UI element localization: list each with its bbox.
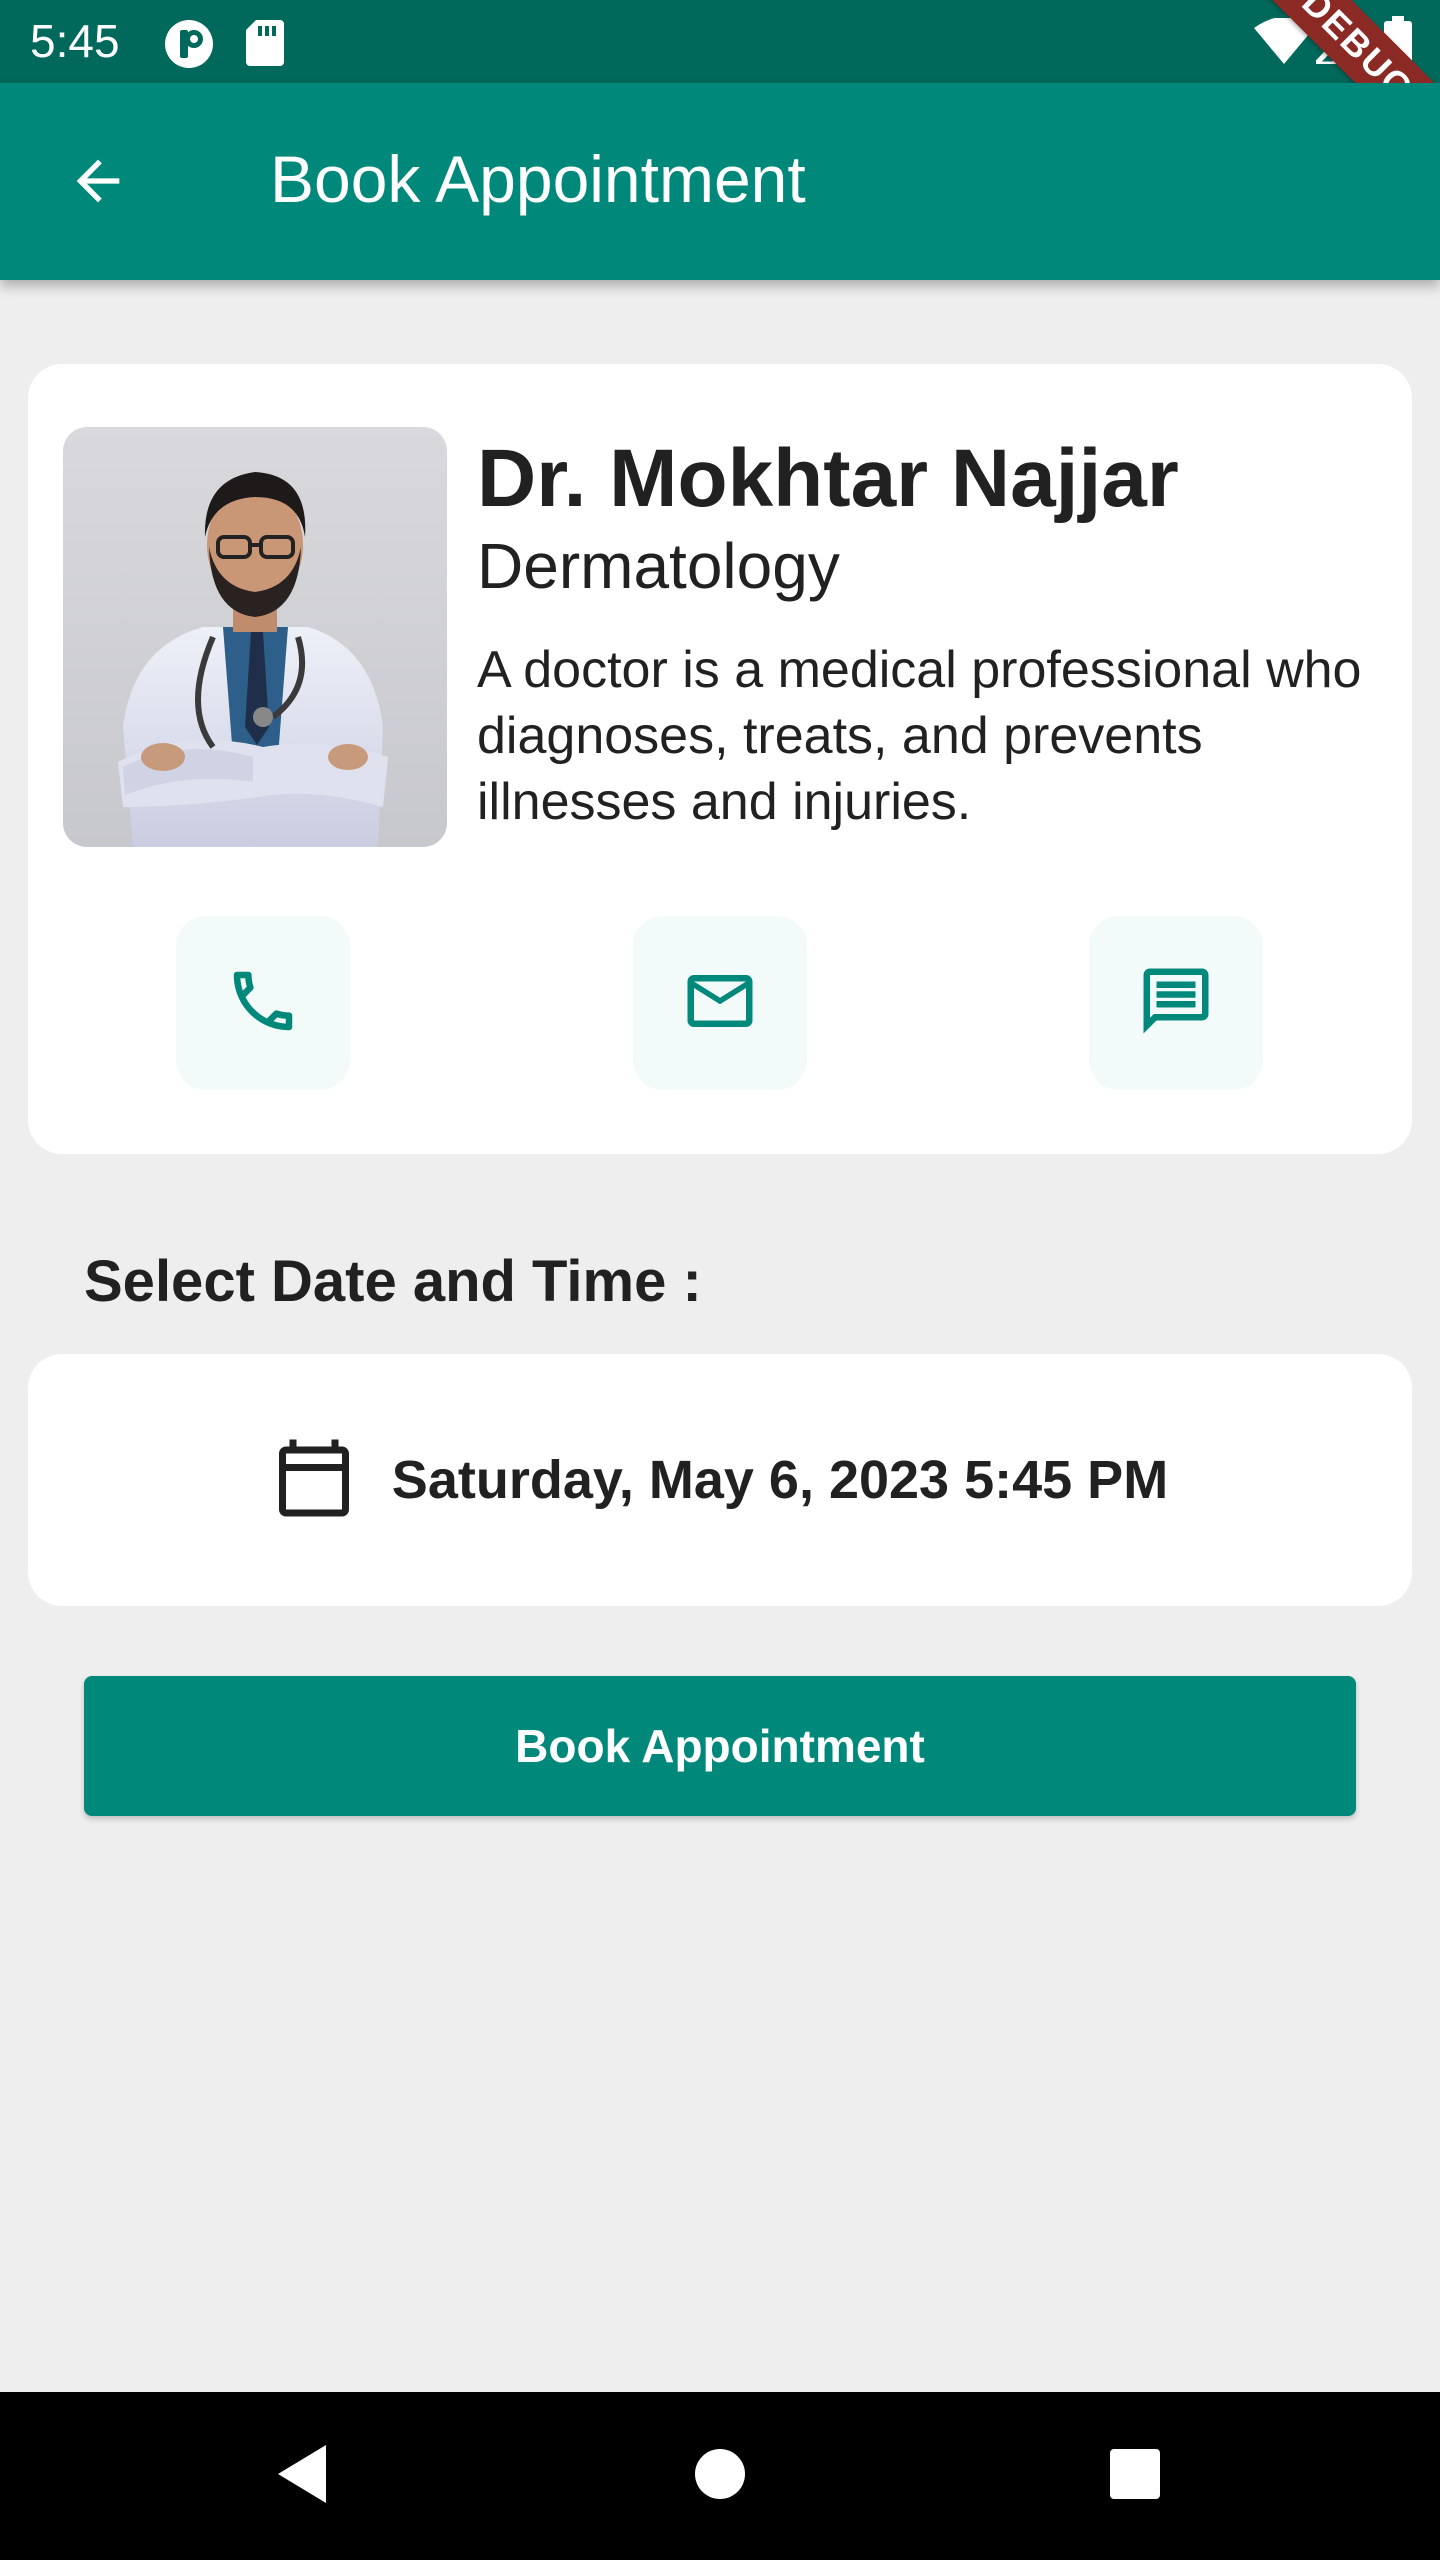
calendar-icon [272, 1436, 356, 1525]
nav-back-button[interactable] [252, 2426, 352, 2526]
doctor-photo [63, 427, 447, 847]
selected-date-time: Saturday, May 6, 2023 5:45 PM [391, 1450, 1169, 1510]
home-circle-icon [693, 2447, 747, 2506]
notification-p-icon [163, 18, 215, 75]
nav-recents-button[interactable] [1085, 2426, 1185, 2526]
book-appointment-button[interactable]: Book Appointment [84, 1676, 1356, 1816]
nav-home-button[interactable] [670, 2426, 770, 2526]
doctor-name: Dr. Mokhtar Najjar [477, 433, 1179, 524]
section-title: Select Date and Time : [84, 1249, 702, 1314]
date-time-picker[interactable]: Saturday, May 6, 2023 5:45 PM [28, 1354, 1412, 1606]
arrow-left-icon [66, 149, 130, 218]
back-button[interactable] [48, 133, 148, 233]
doctor-description: A doctor is a medical professional who d… [477, 641, 1362, 831]
doctor-card: Dr. Mokhtar Najjar Dermatology A doctor … [28, 364, 1412, 1154]
phone-icon [224, 962, 302, 1045]
message-button[interactable] [1089, 916, 1263, 1090]
email-button[interactable] [633, 916, 807, 1090]
app-bar: Book Appointment [0, 83, 1440, 280]
back-triangle-icon [272, 2441, 332, 2512]
date-time-row[interactable]: Saturday, May 6, 2023 5:45 PM [28, 1354, 1412, 1606]
sd-card-icon [246, 20, 284, 71]
status-time: 5:45 [30, 15, 120, 67]
call-button[interactable] [176, 916, 350, 1090]
system-nav-bar [0, 2392, 1440, 2560]
status-bar: 5:45 DEBUG [0, 0, 1440, 83]
message-icon [1137, 962, 1215, 1045]
recents-square-icon [1108, 2447, 1162, 2506]
mail-icon [681, 962, 759, 1045]
doctor-specialty: Dermatology [477, 530, 840, 602]
page-title: Book Appointment [270, 142, 806, 216]
